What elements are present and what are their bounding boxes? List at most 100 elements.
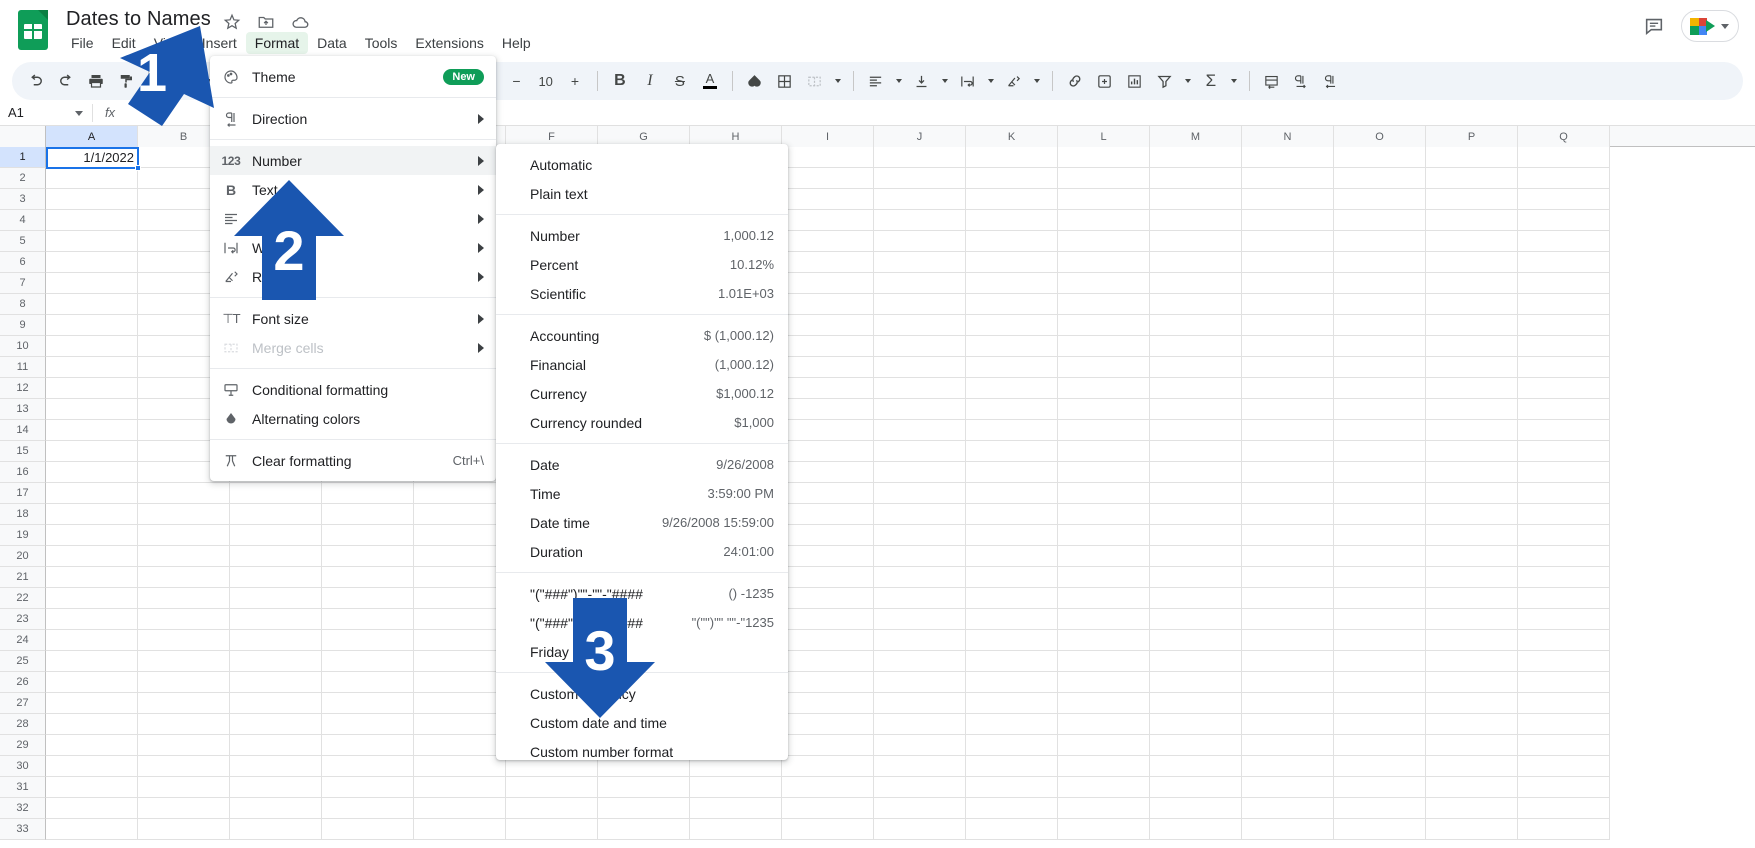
cell-P4[interactable] bbox=[1426, 210, 1518, 231]
cell-Q24[interactable] bbox=[1518, 630, 1610, 651]
cell-E23[interactable] bbox=[414, 609, 506, 630]
cell-D17[interactable] bbox=[322, 483, 414, 504]
text-color-button[interactable]: A bbox=[696, 67, 724, 95]
cell-P12[interactable] bbox=[1426, 378, 1518, 399]
cell-Q33[interactable] bbox=[1518, 819, 1610, 840]
cell-L2[interactable] bbox=[1058, 168, 1150, 189]
cell-J27[interactable] bbox=[874, 693, 966, 714]
cell-K30[interactable] bbox=[966, 756, 1058, 777]
cell-E21[interactable] bbox=[414, 567, 506, 588]
cell-A5[interactable] bbox=[46, 231, 138, 252]
cell-M29[interactable] bbox=[1150, 735, 1242, 756]
cell-N27[interactable] bbox=[1242, 693, 1334, 714]
row-header-24[interactable]: 24 bbox=[0, 630, 46, 651]
cell-P20[interactable] bbox=[1426, 546, 1518, 567]
cell-B17[interactable] bbox=[138, 483, 230, 504]
row-header-23[interactable]: 23 bbox=[0, 609, 46, 630]
italic-button[interactable]: I bbox=[636, 67, 664, 95]
cell-D19[interactable] bbox=[322, 525, 414, 546]
menu-format[interactable]: Format bbox=[245, 32, 309, 54]
cell-J8[interactable] bbox=[874, 294, 966, 315]
cell-D21[interactable] bbox=[322, 567, 414, 588]
cell-I16[interactable] bbox=[782, 462, 874, 483]
cell-K4[interactable] bbox=[966, 210, 1058, 231]
cell-J32[interactable] bbox=[874, 798, 966, 819]
cell-L17[interactable] bbox=[1058, 483, 1150, 504]
cell-A22[interactable] bbox=[46, 588, 138, 609]
menu-insert[interactable]: Insert bbox=[193, 32, 246, 54]
functions-button[interactable]: Σ bbox=[1197, 67, 1225, 95]
cell-E31[interactable] bbox=[414, 777, 506, 798]
cell-I33[interactable] bbox=[782, 819, 874, 840]
cell-N6[interactable] bbox=[1242, 252, 1334, 273]
row-header-17[interactable]: 17 bbox=[0, 483, 46, 504]
cell-O30[interactable] bbox=[1334, 756, 1426, 777]
cell-K8[interactable] bbox=[966, 294, 1058, 315]
menu-data[interactable]: Data bbox=[308, 32, 356, 54]
cell-Q20[interactable] bbox=[1518, 546, 1610, 567]
cell-I3[interactable] bbox=[782, 189, 874, 210]
cell-D23[interactable] bbox=[322, 609, 414, 630]
cell-E22[interactable] bbox=[414, 588, 506, 609]
cell-I27[interactable] bbox=[782, 693, 874, 714]
cell-O28[interactable] bbox=[1334, 714, 1426, 735]
row-header-8[interactable]: 8 bbox=[0, 294, 46, 315]
number-format-item-custom-number-format[interactable]: Custom number format bbox=[496, 737, 788, 760]
cell-A24[interactable] bbox=[46, 630, 138, 651]
cell-C17[interactable] bbox=[230, 483, 322, 504]
number-format-item-automatic[interactable]: Automatic bbox=[496, 150, 788, 179]
cell-K27[interactable] bbox=[966, 693, 1058, 714]
cell-Q8[interactable] bbox=[1518, 294, 1610, 315]
cell-L7[interactable] bbox=[1058, 273, 1150, 294]
cell-K14[interactable] bbox=[966, 420, 1058, 441]
cell-O17[interactable] bbox=[1334, 483, 1426, 504]
cell-M33[interactable] bbox=[1150, 819, 1242, 840]
cell-C33[interactable] bbox=[230, 819, 322, 840]
cell-Q3[interactable] bbox=[1518, 189, 1610, 210]
cell-K20[interactable] bbox=[966, 546, 1058, 567]
cell-I30[interactable] bbox=[782, 756, 874, 777]
cell-C32[interactable] bbox=[230, 798, 322, 819]
cell-C27[interactable] bbox=[230, 693, 322, 714]
insert-comment-button[interactable] bbox=[1091, 67, 1119, 95]
cell-L23[interactable] bbox=[1058, 609, 1150, 630]
cell-O7[interactable] bbox=[1334, 273, 1426, 294]
cell-P6[interactable] bbox=[1426, 252, 1518, 273]
cell-A6[interactable] bbox=[46, 252, 138, 273]
row-header-16[interactable]: 16 bbox=[0, 462, 46, 483]
cell-M7[interactable] bbox=[1150, 273, 1242, 294]
number-format-item-custom-date-and-time[interactable]: Custom date and time bbox=[496, 708, 788, 737]
cell-O22[interactable] bbox=[1334, 588, 1426, 609]
cell-O29[interactable] bbox=[1334, 735, 1426, 756]
cell-J1[interactable] bbox=[874, 147, 966, 168]
cell-D24[interactable] bbox=[322, 630, 414, 651]
cell-D28[interactable] bbox=[322, 714, 414, 735]
cell-O10[interactable] bbox=[1334, 336, 1426, 357]
filter-chevron-down-icon[interactable] bbox=[1181, 67, 1195, 95]
format-menu-item-wrapping[interactable]: Wrapping bbox=[210, 233, 496, 262]
format-menu-item-alternating-colors[interactable]: Alternating colors bbox=[210, 404, 496, 433]
cell-N13[interactable] bbox=[1242, 399, 1334, 420]
menu-edit[interactable]: Edit bbox=[103, 32, 145, 54]
row-header-2[interactable]: 2 bbox=[0, 168, 46, 189]
row-header-32[interactable]: 32 bbox=[0, 798, 46, 819]
row-header-31[interactable]: 31 bbox=[0, 777, 46, 798]
cell-M11[interactable] bbox=[1150, 357, 1242, 378]
cell-I13[interactable] bbox=[782, 399, 874, 420]
row-header-30[interactable]: 30 bbox=[0, 756, 46, 777]
cell-K24[interactable] bbox=[966, 630, 1058, 651]
cell-M26[interactable] bbox=[1150, 672, 1242, 693]
cell-A8[interactable] bbox=[46, 294, 138, 315]
cell-B21[interactable] bbox=[138, 567, 230, 588]
cell-P29[interactable] bbox=[1426, 735, 1518, 756]
cell-I28[interactable] bbox=[782, 714, 874, 735]
cell-C19[interactable] bbox=[230, 525, 322, 546]
cell-N14[interactable] bbox=[1242, 420, 1334, 441]
cell-Q7[interactable] bbox=[1518, 273, 1610, 294]
cell-O16[interactable] bbox=[1334, 462, 1426, 483]
cell-E33[interactable] bbox=[414, 819, 506, 840]
text-wrapping-button[interactable] bbox=[954, 67, 982, 95]
cell-K28[interactable] bbox=[966, 714, 1058, 735]
cell-L33[interactable] bbox=[1058, 819, 1150, 840]
cell-L13[interactable] bbox=[1058, 399, 1150, 420]
